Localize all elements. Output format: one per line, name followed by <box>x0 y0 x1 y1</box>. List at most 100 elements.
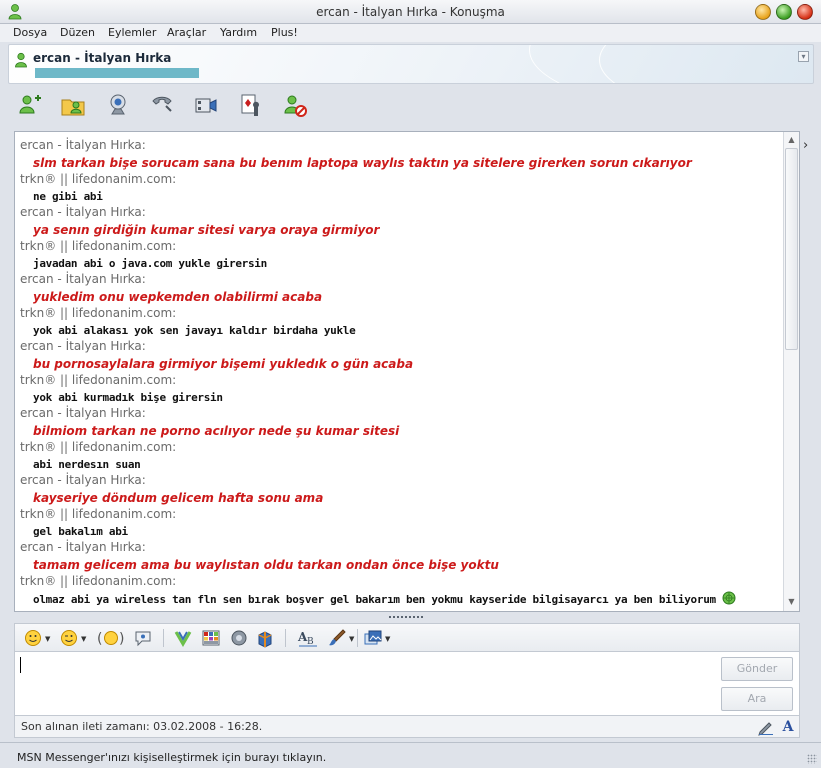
backgrounds-icon[interactable] <box>173 628 193 648</box>
message-sender: trkn® || lifedonanim.com: <box>20 238 177 253</box>
message-text-content: javadan abi o java.com yukle girersin <box>33 256 267 270</box>
message-text: gel bakalım abi <box>20 524 780 541</box>
customize-link[interactable]: MSN Messenger'ınızı kişiselleştirmek içi… <box>17 751 326 764</box>
message-text-content: abi nerdesın suan <box>33 457 141 471</box>
block-contact-icon[interactable] <box>282 92 308 118</box>
format-toolbar: ▼ ▼ () AB ▼ ▼ <box>14 623 800 651</box>
menu-yardim[interactable]: Yardım <box>220 26 257 39</box>
menu-dosya[interactable]: Dosya <box>13 26 47 39</box>
video-icon[interactable] <box>193 92 219 118</box>
message-text: tamam gelicem ama bu waylıstan oldu tark… <box>20 557 780 574</box>
message-text: yok abi kurmadık bişe girersin <box>20 390 780 407</box>
message-text: yukledim onu wepkemden olabilirmi acaba <box>20 289 780 306</box>
handwriting-pen-icon[interactable] <box>757 718 775 736</box>
nudge-face-icon[interactable]: () <box>97 628 125 648</box>
message-sender: ercan - İtalyan Hırka: <box>20 473 146 487</box>
menu-duzen[interactable]: Düzen <box>60 26 95 39</box>
action-toolbar <box>8 86 814 126</box>
customize-banner[interactable]: MSN Messenger'ınızı kişiselleştirmek içi… <box>0 742 821 768</box>
games-icon[interactable] <box>238 92 264 118</box>
menu-araclar[interactable]: Araçlar <box>167 26 206 39</box>
message-text-content: kayseriye döndum gelicem hafta sonu ama <box>33 491 324 505</box>
gift-box-icon[interactable] <box>255 628 275 648</box>
message-text-content: bilmiom tarkan ne porno acılıyor nede şu… <box>33 424 400 438</box>
personal-message-bar <box>35 68 199 78</box>
scroll-up-icon[interactable]: ▲ <box>786 135 797 146</box>
message-input[interactable]: Gönder Ara <box>14 651 800 716</box>
message-sender: trkn® || lifedonanim.com: <box>20 372 177 387</box>
paint-icon[interactable]: ▼ <box>327 628 354 648</box>
status-line: Son alınan ileti zamanı: 03.02.2008 - 16… <box>14 716 800 738</box>
message-text-content: yukledim onu wepkemden olabilirmi acaba <box>33 290 323 304</box>
message-text-content: tamam gelicem ama bu waylıstan oldu tark… <box>33 558 499 572</box>
font-style-icon[interactable]: A <box>779 718 797 736</box>
find-button[interactable]: Ara <box>721 687 793 711</box>
message-text: kayseriye döndum gelicem hafta sonu ama <box>20 490 780 507</box>
resize-splitter[interactable] <box>388 615 424 619</box>
menu-eylemler[interactable]: Eylemler <box>108 26 156 39</box>
font-icon[interactable]: AB <box>297 628 319 648</box>
message-text: bu pornosaylalara girmiyor bişemi yukled… <box>20 356 780 373</box>
contact-name: ercan - İtalyan Hırka <box>33 51 172 65</box>
message-text-content: ne gibi abi <box>33 189 103 203</box>
color-grid-icon[interactable] <box>201 628 221 648</box>
header-decoration <box>599 45 813 83</box>
conversation-history[interactable]: ercan - İtalyan Hırka: slm tarkan bişe so… <box>14 131 800 612</box>
voice-clip-icon[interactable] <box>133 628 153 648</box>
wink-icon[interactable]: ▼ <box>59 628 86 648</box>
minimize-button[interactable] <box>755 4 771 20</box>
chevron-down-icon[interactable]: ▼ <box>45 635 50 643</box>
last-message-time: Son alınan ileti zamanı: 03.02.2008 - 16… <box>21 720 263 733</box>
chat-scrollbar[interactable]: ▲ ▼ <box>783 132 799 611</box>
message-text-content: yok abi kurmadık bişe girersin <box>33 390 223 404</box>
text-caret <box>20 657 21 673</box>
message-sender: ercan - İtalyan Hırka: <box>20 138 146 152</box>
message-text-content: gel bakalım abi <box>33 524 128 538</box>
message-sender: ercan - İtalyan Hırka: <box>20 406 146 420</box>
send-button[interactable]: Gönder <box>721 657 793 681</box>
message-text: abi nerdesın suan <box>20 457 780 474</box>
message-text-content: olmaz abi ya wireless tan fln sen bırak … <box>33 592 716 606</box>
message-sender: trkn® || lifedonanim.com: <box>20 573 177 588</box>
invite-contact-icon[interactable] <box>16 92 42 118</box>
maximize-button[interactable] <box>776 4 792 20</box>
globe-smiley-icon <box>722 591 736 604</box>
picture-icon[interactable]: ▼ <box>363 628 390 648</box>
chevron-down-icon[interactable]: ▼ <box>385 635 390 643</box>
send-files-icon[interactable] <box>60 92 86 118</box>
collapse-header-icon[interactable]: ▾ <box>798 51 809 62</box>
message-text: ya senın girdiğin kumar sitesi varya ora… <box>20 222 780 239</box>
message-sender: trkn® || lifedonanim.com: <box>20 171 177 186</box>
menu-plus[interactable]: Plus! <box>271 26 298 39</box>
toolbar-divider <box>163 629 164 647</box>
webcam-icon[interactable] <box>105 92 131 118</box>
sound-icon[interactable] <box>229 628 249 648</box>
voice-call-icon[interactable] <box>149 92 175 118</box>
message-sender: trkn® || lifedonanim.com: <box>20 439 177 454</box>
message-text-content: ya senın girdiğin kumar sitesi varya ora… <box>33 223 380 237</box>
message-text-content: bu pornosaylalara girmiyor bişemi yukled… <box>33 357 414 371</box>
emoticon-icon[interactable]: ▼ <box>23 628 50 648</box>
scroll-down-icon[interactable]: ▼ <box>786 597 797 608</box>
message-sender: ercan - İtalyan Hırka: <box>20 272 146 286</box>
close-button[interactable] <box>797 4 813 20</box>
message-sender: trkn® || lifedonanim.com: <box>20 506 177 521</box>
chevron-down-icon[interactable]: ▼ <box>81 635 86 643</box>
message-text: bilmiom tarkan ne porno acılıyor nede şu… <box>20 423 780 440</box>
scroll-thumb[interactable] <box>785 148 798 350</box>
message-text: slm tarkan bişe sorucam sana bu benım la… <box>20 155 780 172</box>
message-text: javadan abi o java.com yukle girersin <box>20 256 780 273</box>
message-sender: ercan - İtalyan Hırka: <box>20 339 146 353</box>
message-list: ercan - İtalyan Hırka: slm tarkan bişe so… <box>20 138 780 607</box>
message-text-content: slm tarkan bişe sorucam sana bu benım la… <box>33 156 692 170</box>
toolbar-divider <box>285 629 286 647</box>
chevron-down-icon[interactable]: ▼ <box>349 635 354 643</box>
message-text: olmaz abi ya wireless tan fln sen bırak … <box>20 591 780 608</box>
contact-status-icon <box>15 52 27 68</box>
chevron-right-icon[interactable]: › <box>803 138 817 156</box>
message-sender: trkn® || lifedonanim.com: <box>20 305 177 320</box>
message-text: yok abi alakası yok sen javayı kaldır bi… <box>20 323 780 340</box>
title-bar: ercan - İtalyan Hırka - Konuşma <box>0 0 821 24</box>
toolbar-divider <box>357 629 358 647</box>
resize-grip-icon[interactable] <box>807 754 817 764</box>
